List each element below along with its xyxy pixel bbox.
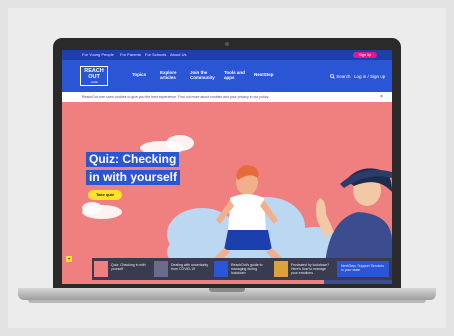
nav-nextstep[interactable]: NextStep [254,72,274,77]
site-logo[interactable]: REACH OUT .com [80,66,108,86]
card-thumbnail [274,261,288,277]
hero-title-line-1: Quiz: Checking [86,152,180,167]
cookie-notice: ReachOut.com uses cookies to give you th… [62,92,392,102]
toplink-schools[interactable]: For Schools [145,52,166,57]
laptop-screen: For Young People For Parents For Schools… [62,50,392,284]
nav-join-community[interactable]: Join the Community [190,70,220,80]
main-nav: REACH OUT .com Topics Explore articles J… [62,60,392,92]
toplink-parents[interactable]: For Parents [120,52,141,57]
search-label: Search [336,74,351,79]
hero-title-line-2: in with yourself [86,170,181,185]
webcam-icon [225,42,229,46]
nav-tools-apps[interactable]: Tools and apps [224,70,246,80]
accessibility-icon[interactable]: ✦ [66,256,72,262]
toplink-about[interactable]: About Us [170,52,186,57]
card-thumbnail [94,261,108,277]
close-icon[interactable]: × [380,94,383,100]
card-thumbnail [214,261,228,277]
utility-bar: For Young People For Parents For Schools… [62,50,392,60]
nav-explore-articles[interactable]: Explore articles [160,70,186,80]
hero-title: Quiz: Checking in with yourself [86,150,181,186]
laptop-notch [209,288,245,292]
laptop-lid: For Young People For Parents For Schools… [53,38,401,288]
signup-button[interactable]: Sign Up [353,52,377,58]
card-thumbnail [154,261,168,277]
card-title: ReachOut's guide to managing during lock… [231,263,263,276]
cookie-notice-text: ReachOut.com uses cookies to give you th… [82,95,270,99]
nav-topics[interactable]: Topics [132,72,146,77]
card-title: Frustrated by lockdown? Here's how to ma… [291,263,330,276]
logo-sub: .com [90,80,98,84]
search-icon [330,74,335,80]
card-title: NextStep: Support Services in your state [341,264,384,273]
take-quiz-button[interactable]: Take quiz [88,190,122,200]
logo-text: REACH OUT [84,68,104,80]
search-link[interactable]: Search [330,74,351,80]
login-link[interactable]: Log in / Sign up [354,74,385,79]
laptop-base-shadow [28,300,426,303]
card-title: Quiz: Checking in with yourself [111,263,146,272]
toplink-young-people[interactable]: For Young People [82,52,114,57]
card-title: Dealing with uncertainty from COVID-19 [171,263,209,272]
laptop-base [18,288,436,300]
featured-cards: Quiz: Checking in with yourself Dealing … [92,258,392,280]
card-nextstep[interactable]: NextStep: Support Services in your state [337,261,389,277]
